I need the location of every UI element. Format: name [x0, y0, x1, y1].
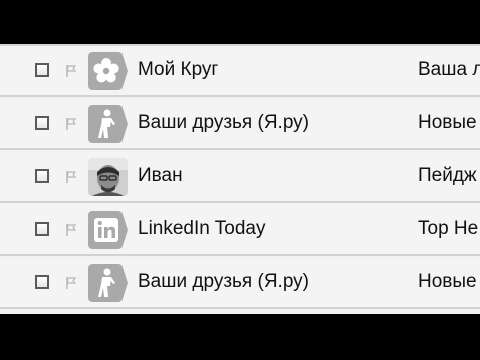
video-frame: Мой Круг Ваша л Ваши друзья (Я.ру) Новые [0, 0, 480, 360]
user-photo [88, 158, 128, 196]
subject-preview: Ваша л [418, 59, 480, 80]
sender-name: Ваши друзья (Я.ру) [138, 271, 309, 292]
flower-icon [88, 52, 128, 90]
flag-icon[interactable] [64, 276, 78, 290]
message-list: Мой Круг Ваша л Ваши друзья (Я.ру) Новые [0, 44, 480, 314]
flag-icon[interactable] [64, 223, 78, 237]
select-checkbox[interactable] [35, 63, 49, 77]
flag-icon[interactable] [64, 64, 78, 78]
select-checkbox[interactable] [35, 222, 49, 236]
subject-preview: Пейдж [418, 165, 477, 186]
person-icon [88, 105, 128, 143]
message-row[interactable]: Ваши друзья (Я.ру) Новые [0, 258, 480, 309]
sender-name: Иван [138, 165, 183, 186]
sender-name: Мой Круг [138, 59, 219, 80]
person-icon [88, 264, 128, 302]
message-row[interactable]: Иван Пейдж [0, 152, 480, 203]
flag-icon[interactable] [64, 117, 78, 131]
subject-preview: Новые [418, 112, 477, 133]
subject-preview: Новые [418, 271, 477, 292]
linkedin-icon [88, 211, 128, 249]
sender-name: Ваши друзья (Я.ру) [138, 112, 309, 133]
flag-icon[interactable] [64, 170, 78, 184]
sender-name: LinkedIn Today [138, 218, 266, 239]
select-checkbox[interactable] [35, 169, 49, 183]
message-row[interactable]: Ваши друзья (Я.ру) Новые [0, 99, 480, 150]
message-row[interactable]: Мой Круг Ваша л [0, 46, 480, 97]
message-row[interactable]: LinkedIn Today Top Не [0, 205, 480, 256]
select-checkbox[interactable] [35, 275, 49, 289]
subject-preview: Top Не [418, 218, 479, 239]
select-checkbox[interactable] [35, 116, 49, 130]
